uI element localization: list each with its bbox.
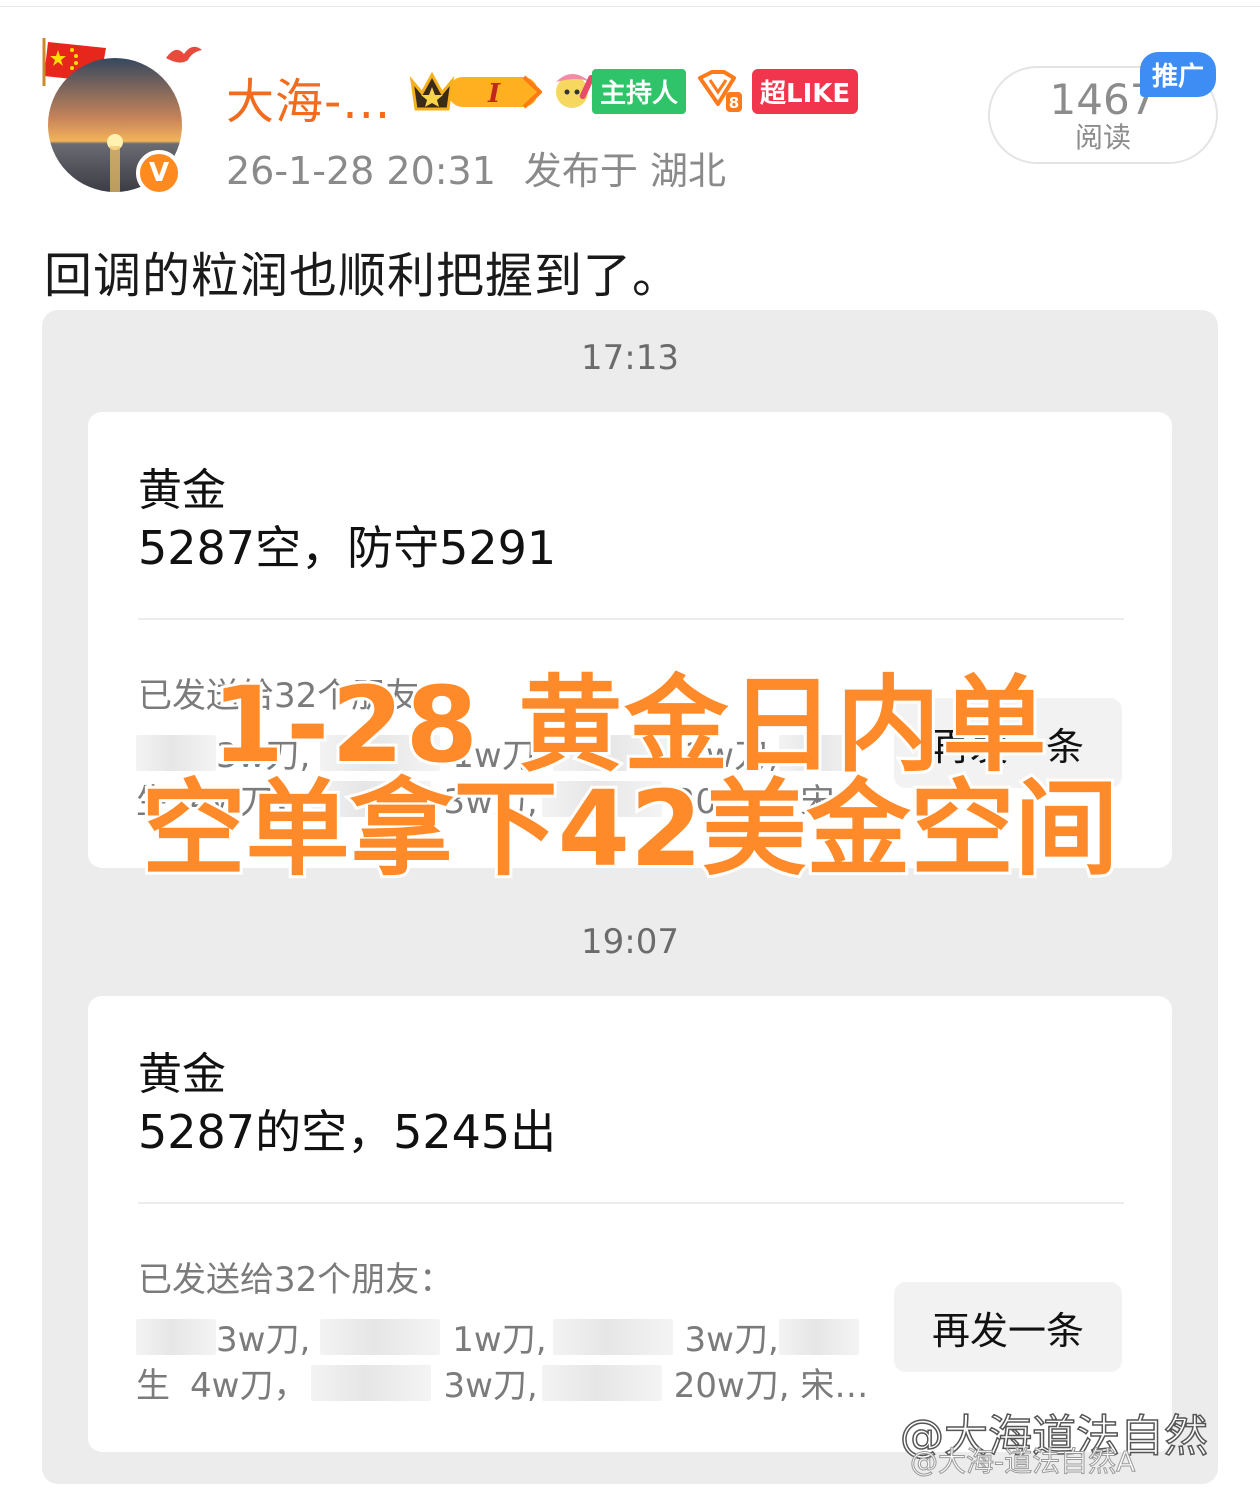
host-badge[interactable]: 主持人 <box>550 68 687 114</box>
message-title: 黄金 <box>138 1049 226 1100</box>
bird-decoration-icon <box>166 46 202 63</box>
recipient-line: 生 4w刀， 3w刀, 20w刀, 宋… <box>136 1358 868 1407</box>
read-label: 阅读 <box>1074 121 1131 154</box>
post-text: 回调的粒润也顺利把握到了。 <box>44 248 682 304</box>
message-time: 17:13 <box>581 338 679 378</box>
svg-text:8: 8 <box>729 94 739 112</box>
host-mascot-icon <box>556 74 595 108</box>
blurred-name <box>311 1364 432 1401</box>
promo-tag[interactable]: 推广 <box>1140 52 1217 97</box>
blurred-name <box>136 1318 216 1355</box>
message-body: 5287的空，5245出 <box>138 1105 557 1159</box>
top-divider <box>0 6 1260 7</box>
overlay-subheadline: 空单拿下42美金空间 <box>139 765 1122 893</box>
resend-button[interactable]: 再发一条 <box>894 1282 1122 1372</box>
message-time: 19:07 <box>581 922 679 962</box>
post-meta: 26-1-28 20:31 发布于 湖北 <box>226 140 726 195</box>
recipient-amount: 3w刀, <box>684 1320 779 1360</box>
blurred-name <box>552 1318 673 1355</box>
verified-badge-icon: V <box>136 150 182 196</box>
recipient-name-fragment: 生 <box>136 1366 170 1406</box>
host-badge-label: 主持人 <box>592 68 687 114</box>
recipient-amount: 1w刀, <box>452 1320 547 1360</box>
crown-level-text: I <box>487 79 501 109</box>
recipient-amount: 3w刀, <box>216 1320 311 1360</box>
recipient-line: 3w刀, 1w刀, 3w刀, <box>136 1312 859 1361</box>
message-divider <box>138 1202 1124 1204</box>
message-title: 黄金 <box>138 465 226 516</box>
recipient-amount: 20w刀, 宋… <box>673 1366 869 1406</box>
chat-screenshot-panel[interactable]: 17:13 黄金 5287空，防守5291 已发送给32个朋友： 3w刀, 1w… <box>42 310 1218 1484</box>
avatar-container[interactable]: V <box>40 38 202 198</box>
diamond-badge-icon[interactable]: 8 <box>694 68 744 114</box>
author-name[interactable]: 大海-... <box>226 62 391 132</box>
blurred-name <box>541 1364 662 1401</box>
message-card: 黄金 5287的空，5245出 已发送给32个朋友： 3w刀, 1w刀, 3w刀… <box>88 996 1172 1452</box>
recipient-amount: 3w刀, <box>443 1366 538 1406</box>
watermark-sub: @大海-道法自然A <box>909 1445 1136 1479</box>
super-like-badge[interactable]: 超LIKE <box>752 68 859 114</box>
message-divider <box>138 618 1124 620</box>
message-body: 5287空，防守5291 <box>138 521 557 575</box>
post-location: 发布于 湖北 <box>523 149 726 193</box>
crown-level-badge-icon[interactable]: I <box>408 67 542 115</box>
post-timestamp: 26-1-28 20:31 <box>226 149 496 193</box>
blurred-name <box>320 1318 441 1355</box>
author-badges: I 主持人 8 超LIKE <box>408 66 859 116</box>
blurred-name <box>778 1318 859 1355</box>
sent-to-label: 已发送给32个朋友： <box>138 1260 454 1300</box>
recipient-amount: 4w刀， <box>190 1366 308 1406</box>
